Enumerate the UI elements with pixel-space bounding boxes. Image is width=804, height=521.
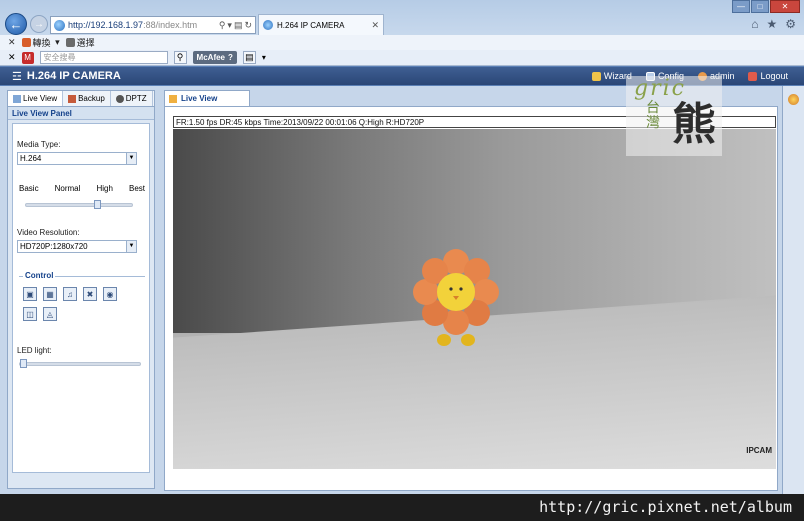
mcafee-button[interactable]: McAfee ? xyxy=(192,51,237,64)
command-bar: ✕ 轉換 ▾ 選擇 xyxy=(0,35,804,50)
address-url: http://192.168.1.97:88/index.htm xyxy=(68,20,198,30)
site-icon xyxy=(54,19,65,31)
help-icon: ? xyxy=(228,53,233,62)
led-light-slider[interactable] xyxy=(19,359,141,368)
record-icon: ◉ xyxy=(106,289,114,299)
watermark-url: http://gric.pixnet.net/album xyxy=(539,498,792,516)
right-side-panel xyxy=(782,86,804,494)
tab-live-view-main[interactable]: Live View xyxy=(164,90,250,106)
mic-off-icon: ✖ xyxy=(86,289,94,299)
back-button[interactable]: ← xyxy=(5,13,27,35)
close-toolbar-icon[interactable]: ✕ xyxy=(8,52,16,63)
camera-tag: IPCAM xyxy=(746,446,772,455)
fullscreen-button[interactable]: ▦ xyxy=(43,287,57,301)
panel-title: Live View Panel xyxy=(8,107,154,120)
shield-icon[interactable]: M xyxy=(21,51,34,64)
home-icon[interactable]: ⌂ xyxy=(751,17,758,31)
left-panel: Live View Backup DPTZ Live View Panel Me… xyxy=(7,90,155,489)
backup-icon xyxy=(68,94,77,103)
chevron-down-icon: ▼ xyxy=(126,153,136,164)
tab-live-view[interactable]: Live View xyxy=(8,91,64,106)
gear-icon[interactable]: ⚙ xyxy=(785,17,796,31)
flip-button[interactable]: ◫ xyxy=(23,307,37,321)
search-input[interactable]: 安全搜尋 xyxy=(39,51,168,64)
watermark-logo: gric 台灣 熊 xyxy=(626,76,722,156)
led-light-label: LED light: xyxy=(17,346,52,355)
audio-button[interactable]: ♫ xyxy=(63,287,77,301)
refresh-icon[interactable]: ↻ xyxy=(244,20,252,31)
video-frame: FR:1.50 fps DR:45 kbps Time:2013/09/22 0… xyxy=(164,106,778,491)
address-bar[interactable]: http://192.168.1.97:88/index.htm ⚲ ▾ ▤ ↻ xyxy=(50,16,256,34)
mirror-icon: ◬ xyxy=(46,309,54,319)
window-controls: — □ ✕ xyxy=(732,0,800,13)
resolution-label: Video Resolution: xyxy=(17,228,80,237)
chevron-down-icon: ▼ xyxy=(126,241,136,252)
fullscreen-icon: ▦ xyxy=(46,289,54,299)
app-title: H.264 IP CAMERA xyxy=(26,70,121,82)
watermark-bar: http://gric.pixnet.net/album xyxy=(0,494,804,521)
logo-text: gric xyxy=(634,76,686,101)
logo-tw: 台灣 xyxy=(646,99,660,130)
snapshot-icon: ▣ xyxy=(26,289,34,299)
restore-button[interactable]: □ xyxy=(751,0,769,13)
logout-icon xyxy=(748,71,758,81)
liveview-tab-icon xyxy=(169,94,177,103)
logo-bear: 熊 xyxy=(672,100,716,149)
dptz-icon xyxy=(115,94,124,103)
minimize-button[interactable]: — xyxy=(732,0,750,13)
favorites-icon[interactable]: ★ xyxy=(766,17,777,31)
translate-button[interactable]: 轉換 ▾ xyxy=(21,36,60,49)
control-legend: Control xyxy=(23,271,56,280)
speaker-icon: ♫ xyxy=(67,289,73,299)
quality-slider-handle[interactable] xyxy=(94,200,102,209)
tab-icon xyxy=(263,20,273,30)
search-icon[interactable]: ⚲ xyxy=(173,51,187,64)
camera-icon: ☲ xyxy=(12,70,22,83)
sunflower-toy xyxy=(413,249,499,346)
mirror-button[interactable]: ◬ xyxy=(43,307,57,321)
mic-button[interactable]: ✖ xyxy=(83,287,97,301)
resolution-select[interactable]: HD720P:1280x720 ▼ xyxy=(17,240,137,253)
tab-backup[interactable]: Backup xyxy=(63,91,111,106)
tab-title: H.264 IP CAMERA xyxy=(277,20,345,30)
select-icon xyxy=(65,38,75,47)
left-tabs: Live View Backup DPTZ xyxy=(8,91,154,107)
dropdown-icon[interactable]: ▾ xyxy=(262,53,266,62)
wizard-icon xyxy=(591,71,601,81)
media-type-label: Media Type: xyxy=(17,140,61,149)
mcafee-toolbar: ✕ M 安全搜尋 ⚲ McAfee ? ▤ ▾ xyxy=(0,50,804,66)
snapshot-button[interactable]: ▣ xyxy=(23,287,37,301)
tab-close-icon[interactable]: ✕ xyxy=(371,20,379,31)
forward-button[interactable]: → xyxy=(30,15,48,33)
quality-slider[interactable] xyxy=(25,200,133,209)
tab-dptz[interactable]: DPTZ xyxy=(111,91,153,106)
select-button[interactable]: 選擇 xyxy=(65,36,95,49)
close-cmdbar-icon[interactable]: ✕ xyxy=(8,37,16,48)
live-video[interactable]: IPCAM xyxy=(173,129,776,469)
help-icon[interactable] xyxy=(788,94,799,105)
panel-content: Media Type: H.264 ▼ Basic Normal High Bes… xyxy=(12,123,150,473)
media-type-select[interactable]: H.264 ▼ xyxy=(17,152,137,165)
logout-link[interactable]: Logout xyxy=(748,71,788,81)
search-icon[interactable]: ⚲ xyxy=(219,20,226,31)
compat-icon[interactable]: ▤ xyxy=(234,20,243,31)
record-button[interactable]: ◉ xyxy=(103,287,117,301)
flip-icon: ◫ xyxy=(26,309,34,319)
browser-tab[interactable]: H.264 IP CAMERA ✕ xyxy=(258,14,384,35)
close-window-button[interactable]: ✕ xyxy=(770,0,800,13)
control-group: Control ▣ ▦ ♫ ✖ ◉ ◫ ◬ xyxy=(19,271,145,334)
quality-labels: Basic Normal High Best xyxy=(19,184,145,193)
dropdown-icon[interactable]: ▾ xyxy=(227,20,232,31)
led-slider-handle[interactable] xyxy=(20,359,27,368)
translate-icon xyxy=(21,38,31,47)
page-icon[interactable]: ▤ xyxy=(242,51,256,64)
liveview-icon xyxy=(13,94,21,103)
